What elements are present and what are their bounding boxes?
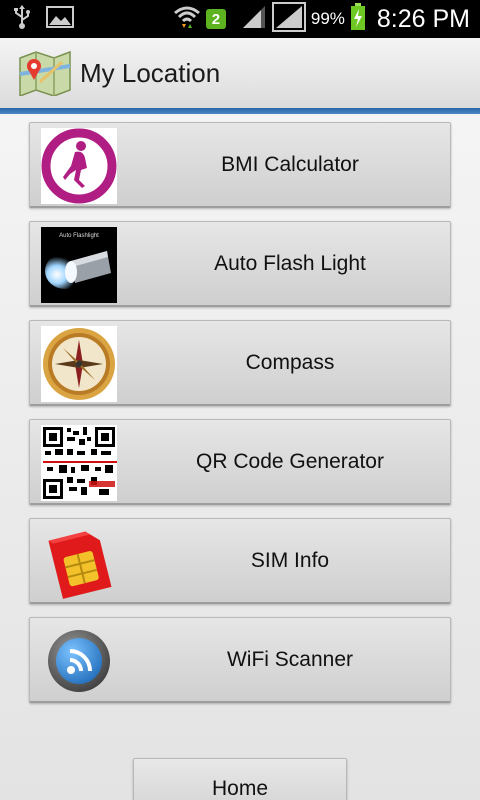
- menu-item-label: WiFi Scanner: [226, 647, 354, 671]
- wifi-icon: [173, 4, 201, 34]
- home-button[interactable]: Home: [133, 758, 347, 800]
- compass-button[interactable]: Compass: [29, 320, 451, 406]
- clock: 8:26 PM: [376, 4, 470, 33]
- sim-card-icon: [41, 524, 117, 600]
- menu-item-label: SIM Info: [250, 548, 330, 572]
- flashlight-icon: Auto Flashlight: [41, 227, 117, 303]
- battery-charging-icon: [350, 3, 366, 35]
- map-pin-icon[interactable]: [18, 50, 72, 98]
- signal-icon: [241, 4, 267, 34]
- qr-code-icon: [41, 425, 117, 501]
- battery-percent: 99%: [310, 9, 345, 28]
- image-icon: [46, 6, 74, 32]
- sim-info-button[interactable]: SIM Info: [29, 518, 451, 604]
- wifi-scanner-icon: [41, 623, 117, 699]
- signal-icon: [271, 2, 306, 36]
- bmi-calculator-button[interactable]: BMI Calculator: [29, 122, 451, 208]
- action-bar-divider: [0, 108, 480, 114]
- feature-menu: BMI Calculator Auto Flashlight Auto Flas…: [29, 122, 451, 716]
- page-title: My Location: [80, 57, 221, 88]
- notification-badge: 2: [205, 9, 226, 29]
- auto-flash-light-button[interactable]: Auto Flashlight Auto Flash Light: [29, 221, 451, 307]
- menu-item-label: Auto Flash Light: [214, 251, 366, 275]
- menu-item-label: BMI Calculator: [221, 152, 359, 176]
- flashlight-caption: Auto Flashlight: [59, 233, 99, 239]
- status-bar: 2 99% 8:26 PM: [0, 0, 480, 38]
- bmi-runner-icon: [41, 128, 117, 204]
- qr-code-generator-button[interactable]: QR Code Generator: [29, 419, 451, 505]
- action-bar: My Location: [0, 38, 480, 108]
- menu-item-label: Compass: [245, 350, 335, 374]
- usb-icon: [12, 5, 32, 33]
- compass-icon: [41, 326, 117, 402]
- menu-item-label: QR Code Generator: [196, 449, 384, 473]
- wifi-scanner-button[interactable]: WiFi Scanner: [29, 617, 451, 703]
